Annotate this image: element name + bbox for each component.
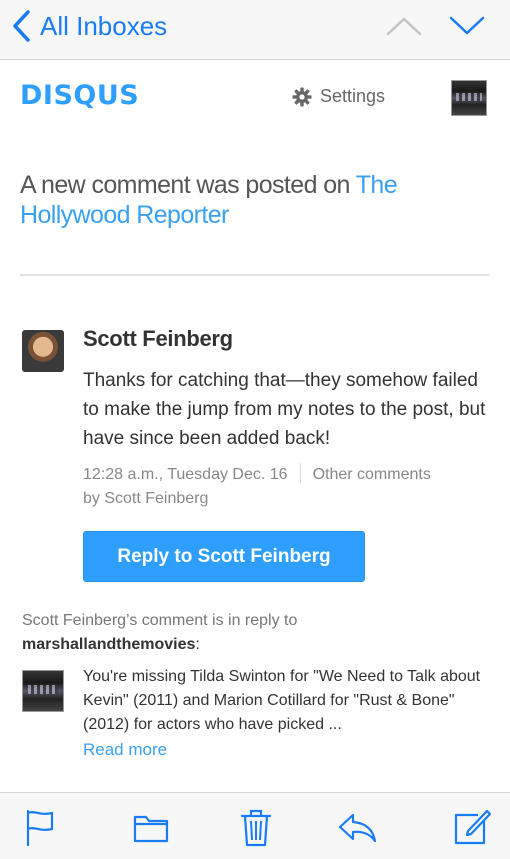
flag-icon	[26, 809, 54, 847]
parent-username-suffix: :	[195, 636, 200, 653]
settings-link[interactable]: Settings	[292, 86, 385, 107]
intro-text: A new comment was posted on	[20, 171, 356, 199]
reply-icon	[338, 813, 377, 843]
chevron-up-icon[interactable]	[385, 12, 423, 40]
mail-toolbar	[0, 792, 510, 859]
compose-button[interactable]	[452, 807, 492, 847]
parent-comment-text: You're missing Tilda Swinton for "We Nee…	[83, 668, 481, 733]
divider	[20, 274, 489, 276]
chevron-down-icon[interactable]	[448, 12, 486, 40]
author-avatar[interactable]	[22, 330, 64, 372]
by-line[interactable]: by Scott Feinberg	[83, 490, 208, 507]
move-to-folder-button[interactable]	[132, 807, 170, 847]
other-comments-link[interactable]: Other comments	[313, 466, 431, 483]
comment-meta: 12:28 a.m., Tuesday Dec. 16 Other comment…	[83, 463, 493, 511]
reply-action-button[interactable]	[336, 807, 378, 847]
compose-icon	[454, 809, 492, 845]
flag-button[interactable]	[22, 807, 58, 847]
back-button[interactable]: All Inboxes	[10, 6, 167, 46]
disqus-logo[interactable]: DISQUS	[20, 80, 139, 111]
trash-button[interactable]	[238, 807, 274, 847]
comment-timestamp[interactable]: 12:28 a.m., Tuesday Dec. 16	[83, 466, 288, 483]
trash-icon	[240, 809, 272, 847]
settings-label: Settings	[320, 86, 386, 106]
comment-body: Thanks for catching that—they somehow fa…	[83, 370, 486, 449]
site-thumbnail[interactable]	[451, 80, 487, 116]
parent-username[interactable]: marshallandthemovies	[22, 636, 195, 653]
reply-button[interactable]: Reply to Scott Feinberg	[83, 531, 365, 582]
chevron-left-icon	[13, 10, 30, 42]
comment-author[interactable]: Scott Feinberg	[83, 326, 233, 352]
parent-avatar[interactable]	[22, 670, 64, 712]
read-more-link[interactable]: Read more	[83, 740, 167, 760]
back-label: All Inboxes	[40, 10, 168, 41]
gear-icon	[292, 87, 312, 106]
folder-icon	[133, 815, 169, 843]
in-reply-user: marshallandthemovies:	[22, 634, 200, 656]
notification-intro: A new comment was posted on The Hollywoo…	[20, 170, 490, 230]
mail-nav-bar: All Inboxes	[0, 0, 510, 60]
meta-separator	[299, 463, 301, 483]
in-reply-label: Scott Feinberg’s comment is in reply to	[22, 612, 298, 629]
